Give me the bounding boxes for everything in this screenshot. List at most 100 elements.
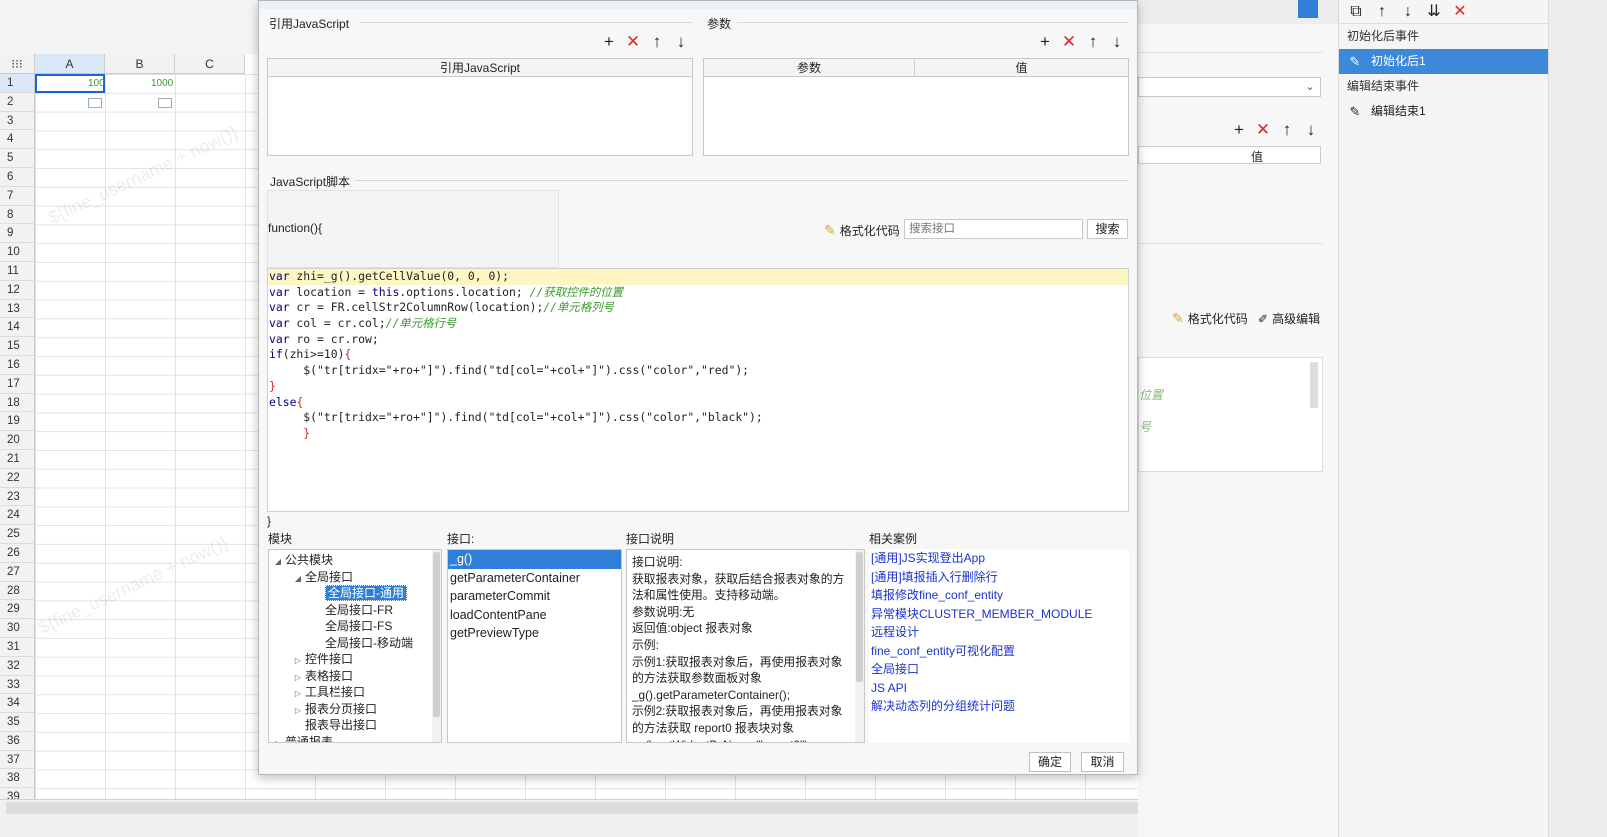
chevron-down-icon[interactable]: ⌄ <box>1300 78 1320 96</box>
row-header[interactable]: 34 <box>0 694 35 714</box>
row-header[interactable]: 20 <box>0 431 35 450</box>
api-item[interactable]: getPreviewType <box>448 624 621 643</box>
row-header[interactable]: 17 <box>0 374 35 394</box>
column-header-b[interactable]: B <box>105 54 175 74</box>
column-header-a[interactable]: A <box>35 54 105 74</box>
row-header[interactable]: 18 <box>0 393 35 413</box>
row-header[interactable]: 15 <box>0 337 35 356</box>
add-icon[interactable]: + <box>600 33 618 51</box>
row-header[interactable]: 7 <box>0 186 35 206</box>
row-header[interactable]: 22 <box>0 468 35 488</box>
behind-format-code-button[interactable]: ✎ 格式化代码 <box>1172 310 1248 327</box>
tree-item[interactable]: 全局接口-移动端 <box>269 635 441 652</box>
behind-dropdown[interactable] <box>1138 77 1321 97</box>
related-case-link[interactable]: 全局接口 <box>871 660 1129 679</box>
event-item-after-init-1[interactable]: ✎ 初始化后1 <box>1339 49 1548 74</box>
copy-icon[interactable]: ⧉ <box>1347 3 1365 21</box>
description-scrollbar[interactable] <box>855 550 864 742</box>
related-case-link[interactable]: 填报修改fine_conf_entity <box>871 586 1129 605</box>
row-header[interactable]: 8 <box>0 205 35 225</box>
api-search-input[interactable] <box>904 219 1083 239</box>
row-header[interactable]: 32 <box>0 656 35 676</box>
cancel-button[interactable]: 取消 <box>1081 752 1124 772</box>
tree-item[interactable]: ◢ 公共模块 <box>269 552 441 569</box>
search-button[interactable]: 搜索 <box>1087 219 1128 239</box>
column-header-c[interactable]: C <box>175 54 245 74</box>
tree-item[interactable]: ◢ 全局接口 <box>269 569 441 586</box>
arrow-down-icon[interactable]: ↓ <box>672 33 690 51</box>
arrow-up-icon[interactable]: ↑ <box>648 33 666 51</box>
expanded-triangle-icon[interactable]: ◢ <box>271 554 285 571</box>
arrow-down-icon[interactable]: ↓ <box>1302 121 1320 139</box>
select-all-corner[interactable]: ⁝⁝⁝ <box>0 54 35 74</box>
related-case-link[interactable]: [通用]填报插入行删除行 <box>871 568 1129 587</box>
scrollbar-thumb[interactable] <box>856 552 863 682</box>
add-icon[interactable]: + <box>1230 121 1248 139</box>
row-header[interactable]: 4 <box>0 130 35 150</box>
api-item[interactable]: loadContentPane <box>448 606 621 625</box>
row-header[interactable]: 24 <box>0 506 35 526</box>
arrow-down-icon[interactable]: ↓ <box>1399 3 1417 21</box>
arrow-down-icon[interactable]: ↓ <box>1108 33 1126 51</box>
api-item[interactable]: parameterCommit <box>448 587 621 606</box>
tree-item[interactable]: ▷ 控件接口 <box>269 651 441 668</box>
module-tree[interactable]: ◢ 公共模块 ◢ 全局接口 全局接口-通用 全局接口-FR 全局接口-FS 全局接口-移动端 ▷… <box>268 549 442 743</box>
row-header[interactable]: 6 <box>0 167 35 187</box>
editor-scrollbar[interactable] <box>1310 362 1318 408</box>
arrow-up-icon[interactable]: ↑ <box>1278 121 1296 139</box>
row-header[interactable]: 10 <box>0 243 35 262</box>
row-header[interactable]: 23 <box>0 487 35 507</box>
row-header[interactable]: 3 <box>0 111 35 131</box>
row-header[interactable]: 30 <box>0 619 35 638</box>
tree-item[interactable]: ▷ 报表分页接口 <box>269 701 441 718</box>
row-header[interactable]: 25 <box>0 525 35 544</box>
delete-icon[interactable]: ✕ <box>1451 3 1469 21</box>
tree-item[interactable]: ▷ 普通报表 <box>269 734 441 743</box>
advanced-edit-button[interactable]: ✐ 高级编辑 <box>1258 310 1320 327</box>
tree-item[interactable]: 全局接口-通用 <box>269 585 441 602</box>
expanded-triangle-icon[interactable]: ◢ <box>291 571 305 588</box>
row-header[interactable]: 35 <box>0 713 35 732</box>
related-case-link[interactable]: JS API <box>871 679 1129 698</box>
code-editor[interactable]: var zhi=_g().getCellValue(0, 0, 0); var l… <box>267 268 1129 512</box>
row-header[interactable]: 38 <box>0 769 35 789</box>
arrow-up-icon[interactable]: ↑ <box>1373 3 1391 21</box>
cell-b2-widget[interactable] <box>158 98 172 108</box>
scrollbar-thumb[interactable] <box>433 552 440 717</box>
scrollbar-thumb[interactable] <box>6 802 1201 814</box>
row-header[interactable]: 13 <box>0 299 35 319</box>
api-item[interactable]: _g() <box>448 550 621 569</box>
format-code-button[interactable]: ✎ 格式化代码 <box>824 222 900 239</box>
related-case-link[interactable]: fine_conf_entity可视化配置 <box>871 642 1129 661</box>
row-header[interactable]: 31 <box>0 637 35 657</box>
api-item[interactable]: getParameterContainer <box>448 569 621 588</box>
row-header[interactable]: 36 <box>0 731 35 751</box>
ref-js-table[interactable]: 引用JavaScript <box>267 58 693 156</box>
add-icon[interactable]: + <box>1036 33 1054 51</box>
tree-item[interactable]: 全局接口-FS <box>269 618 441 635</box>
tree-item[interactable]: 报表导出接口 <box>269 717 441 734</box>
row-header[interactable]: 1 <box>0 74 35 93</box>
ok-button[interactable]: 确定 <box>1029 752 1071 772</box>
delete-icon[interactable]: ✕ <box>1254 121 1272 139</box>
row-header[interactable]: 27 <box>0 562 35 582</box>
collapsed-triangle-icon[interactable]: ▷ <box>271 736 285 743</box>
tree-item[interactable]: 全局接口-FR <box>269 602 441 619</box>
row-header[interactable]: 14 <box>0 318 35 338</box>
row-header[interactable]: 11 <box>0 261 35 281</box>
tree-item[interactable]: ▷ 表格接口 <box>269 668 441 685</box>
row-header[interactable]: 12 <box>0 280 35 300</box>
tree-item[interactable]: ▷ 工具栏接口 <box>269 684 441 701</box>
row-header[interactable]: 9 <box>0 224 35 244</box>
related-case-link[interactable]: [通用]JS实现登出App <box>871 549 1129 568</box>
tree-scrollbar[interactable] <box>432 550 441 742</box>
row-header[interactable]: 37 <box>0 750 35 770</box>
row-header[interactable]: 5 <box>0 149 35 168</box>
row-header[interactable]: 28 <box>0 581 35 601</box>
cell-a2-widget[interactable] <box>88 98 102 108</box>
row-header[interactable]: 16 <box>0 355 35 375</box>
row-header[interactable]: 26 <box>0 543 35 563</box>
event-item-edit-end-1[interactable]: ✎ 编辑结束1 <box>1339 99 1548 124</box>
row-header[interactable]: 29 <box>0 600 35 620</box>
related-case-link[interactable]: 远程设计 <box>871 623 1129 642</box>
